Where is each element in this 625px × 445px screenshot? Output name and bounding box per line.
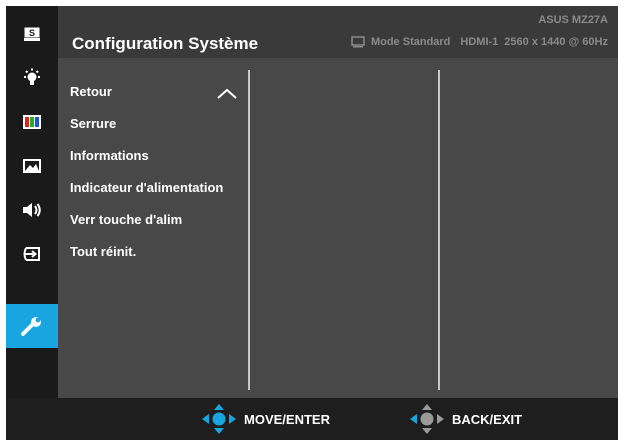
back-exit-label: BACK/EXIT — [452, 412, 523, 427]
monitor-icon — [351, 36, 365, 48]
back-exit-joystick-icon — [410, 404, 444, 434]
menu-item-reset-all[interactable]: Tout réinit. — [70, 244, 136, 259]
sidebar-item-sound[interactable] — [6, 188, 58, 232]
column-divider — [438, 70, 440, 390]
sidebar-item-color[interactable] — [6, 100, 58, 144]
blue-light-icon — [24, 68, 40, 85]
input-select-icon — [23, 247, 40, 261]
column-divider — [248, 70, 250, 390]
wrench-icon — [21, 317, 41, 336]
sidebar-item-system-setup[interactable] — [6, 304, 58, 348]
image-icon — [23, 159, 41, 173]
main-panel: Configuration Système ASUS MZ27A Mode St… — [58, 6, 618, 398]
page-title: Configuration Système — [72, 34, 259, 53]
status-line: Mode Standard HDMI-1 2560 x 1440 @ 60Hz — [351, 36, 608, 48]
move-enter-label: MOVE/ENTER — [244, 412, 330, 427]
sound-icon — [23, 203, 41, 217]
menu-item-informations[interactable]: Informations — [70, 148, 149, 163]
sidebar-item-splendid[interactable]: S — [6, 12, 58, 56]
color-icon — [23, 115, 41, 129]
footer: MOVE/ENTER BACK/EXIT — [6, 398, 618, 440]
header: Configuration Système ASUS MZ27A Mode St… — [58, 6, 618, 58]
input-label: HDMI-1 — [460, 36, 499, 48]
sidebar: S — [6, 6, 58, 398]
mode-label: Mode Standard — [370, 36, 451, 48]
sidebar-item-image[interactable] — [6, 144, 58, 188]
menu-item-serrure[interactable]: Serrure — [70, 116, 116, 131]
sidebar-item-blue-light[interactable] — [6, 56, 58, 100]
svg-text:S: S — [29, 28, 35, 38]
menu-item-power-indicator[interactable]: Indicateur d'alimentation — [70, 180, 223, 195]
splendid-s-icon: S — [24, 27, 40, 41]
sidebar-item-input[interactable] — [6, 232, 58, 276]
menu-item-retour[interactable]: Retour — [70, 84, 112, 99]
chevron-up-icon — [217, 88, 237, 99]
move-enter-joystick-icon — [202, 404, 236, 434]
menu-item-power-key-lock[interactable]: Verr touche d'alim — [70, 212, 182, 227]
model-name: ASUS MZ27A — [538, 14, 608, 26]
osd-window: S Configuration Système ASUS MZ27A Mode … — [6, 6, 618, 440]
resolution-label: 2560 x 1440 @ 60Hz — [504, 36, 608, 48]
